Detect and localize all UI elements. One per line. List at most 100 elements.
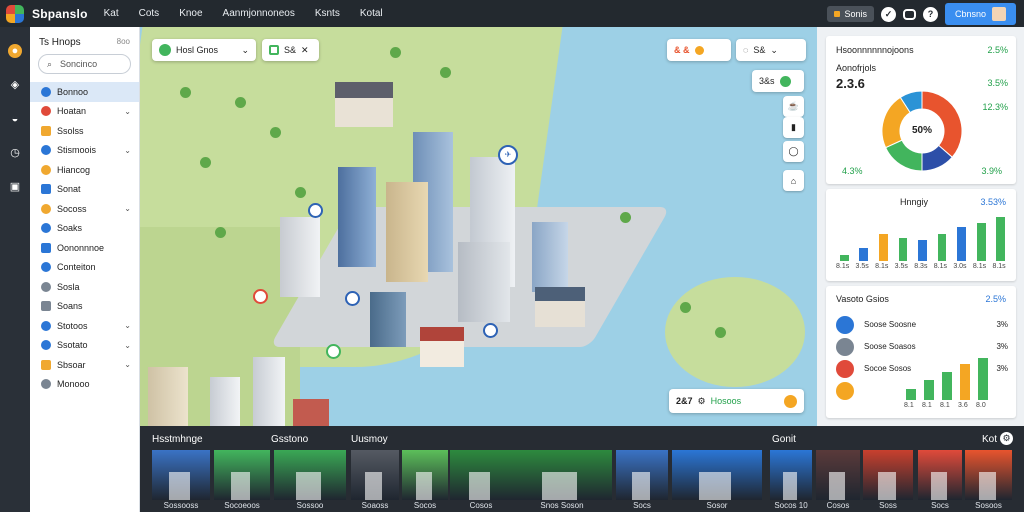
nav-item[interactable]: Cots bbox=[139, 8, 160, 19]
status-pill[interactable]: Sonis bbox=[827, 6, 874, 22]
map-pin[interactable]: ✈ bbox=[498, 145, 518, 165]
gear-icon[interactable]: ⚙ bbox=[1000, 432, 1013, 445]
bar[interactable] bbox=[859, 248, 869, 261]
mini-bar-chart[interactable] bbox=[902, 356, 992, 400]
house[interactable] bbox=[420, 327, 464, 367]
mini-bar[interactable] bbox=[942, 372, 952, 400]
nav-item[interactable]: Kat bbox=[104, 8, 119, 19]
chevron-down-icon[interactable]: ⌄ bbox=[124, 341, 131, 350]
bar[interactable] bbox=[898, 237, 908, 261]
thumbnail-tile[interactable] bbox=[616, 450, 668, 500]
building[interactable] bbox=[280, 217, 320, 297]
chevron-down-icon[interactable]: ⌄ bbox=[124, 321, 131, 330]
sidebar-title-meta[interactable]: 8oo bbox=[117, 37, 130, 48]
clock-icon[interactable]: ◷ bbox=[8, 146, 22, 160]
home-icon[interactable]: ⌂ bbox=[783, 170, 804, 191]
search-input[interactable]: ⌕ Soncinco bbox=[38, 54, 131, 74]
sidebar-item[interactable]: Conteiton bbox=[30, 258, 139, 278]
mini-bar[interactable] bbox=[924, 380, 934, 400]
sidebar-item[interactable]: Hiancog bbox=[30, 160, 139, 180]
thumbnail-tile[interactable] bbox=[918, 450, 962, 500]
sidebar-item[interactable]: Ssolss bbox=[30, 121, 139, 141]
app-logo[interactable] bbox=[6, 4, 24, 23]
thumbnail-tile[interactable] bbox=[152, 450, 210, 500]
account-button[interactable]: Cbnsno bbox=[944, 3, 1016, 25]
thumbnail-tile[interactable] bbox=[965, 450, 1012, 500]
sidebar-item[interactable]: Monooo bbox=[30, 375, 139, 395]
building[interactable] bbox=[253, 357, 285, 426]
thumbnail-tile[interactable] bbox=[402, 450, 448, 500]
mini-bar[interactable] bbox=[906, 388, 916, 400]
sidebar-item[interactable]: Stismoois ⌄ bbox=[30, 141, 139, 161]
house[interactable] bbox=[335, 82, 393, 127]
nav-item[interactable]: Ksnts bbox=[315, 8, 340, 19]
close-icon[interactable]: ✕ bbox=[301, 45, 309, 56]
thumbnail-tile[interactable] bbox=[770, 450, 812, 500]
map-search-control[interactable]: ◌ S& ⌄ bbox=[736, 39, 806, 61]
tool-icon[interactable]: ☕ bbox=[783, 96, 804, 117]
nav-item[interactable]: Kotal bbox=[360, 8, 383, 19]
building[interactable] bbox=[532, 222, 568, 292]
house[interactable] bbox=[535, 287, 585, 327]
thumbnail-tile[interactable] bbox=[274, 450, 346, 500]
city-map[interactable]: ✈ Hosl Gnos ⌄ S& ✕ & & ◌ S& ⌄ 3&s ☕ ▮ ◯ … bbox=[140, 27, 817, 426]
sidebar-item[interactable]: Socoss ⌄ bbox=[30, 199, 139, 219]
map-side-control[interactable]: 3&s bbox=[752, 70, 804, 92]
sidebar-item[interactable]: Soaks bbox=[30, 219, 139, 239]
layers-icon[interactable]: ◈ bbox=[8, 78, 22, 92]
nav-item[interactable]: Aanmjonnoneos bbox=[223, 8, 295, 19]
map-view-control[interactable]: S& ✕ bbox=[262, 39, 319, 61]
check-icon[interactable]: ✓ bbox=[880, 6, 896, 22]
thumbnail-tile[interactable] bbox=[450, 450, 512, 500]
compass-icon[interactable]: ◯ bbox=[783, 141, 804, 162]
sidebar-item[interactable]: Soans bbox=[30, 297, 139, 317]
sidebar-item[interactable]: Hoatan ⌄ bbox=[30, 102, 139, 122]
sidebar-item[interactable]: Sonat bbox=[30, 180, 139, 200]
map-pin[interactable] bbox=[308, 203, 323, 218]
map-pin[interactable] bbox=[326, 344, 341, 359]
map-tools-control[interactable]: & & bbox=[667, 39, 731, 61]
chat-icon[interactable] bbox=[902, 8, 916, 20]
mini-bar[interactable] bbox=[978, 358, 988, 400]
building[interactable] bbox=[293, 399, 329, 426]
mini-bar[interactable] bbox=[960, 363, 970, 400]
building[interactable] bbox=[148, 367, 188, 426]
thumbnail-tile[interactable] bbox=[816, 450, 860, 500]
bar-chart[interactable] bbox=[834, 215, 1010, 261]
sidebar-item[interactable]: Bonnoo bbox=[30, 82, 139, 102]
thumbnail-tile[interactable] bbox=[672, 450, 762, 500]
bar[interactable] bbox=[839, 254, 849, 261]
sidebar-item[interactable]: Oononnnoe bbox=[30, 238, 139, 258]
panel-icon[interactable]: ▣ bbox=[8, 180, 22, 194]
list-item[interactable]: Soose Soasos 3% bbox=[836, 338, 1008, 358]
chevron-down-icon[interactable]: ⌄ bbox=[124, 360, 131, 369]
sidebar-item[interactable]: Sbsoar ⌄ bbox=[30, 355, 139, 375]
thumbnail-tile[interactable] bbox=[512, 450, 612, 500]
chevron-down-icon[interactable]: ⌄ bbox=[124, 204, 131, 213]
bag-icon[interactable]: ◒ bbox=[8, 112, 22, 126]
bar[interactable] bbox=[976, 223, 986, 261]
tool-icon[interactable]: ▮ bbox=[783, 117, 804, 138]
chevron-down-icon[interactable]: ⌄ bbox=[124, 107, 131, 116]
bar[interactable] bbox=[918, 240, 927, 261]
thumbnail-tile[interactable] bbox=[351, 450, 399, 500]
map-filter-control[interactable]: Hosl Gnos ⌄ bbox=[152, 39, 256, 61]
building[interactable] bbox=[338, 167, 376, 267]
help-icon[interactable]: ? bbox=[922, 6, 938, 22]
nav-item[interactable]: Knoe bbox=[179, 8, 202, 19]
thumbnail-tile[interactable] bbox=[863, 450, 913, 500]
sidebar-item[interactable]: Sosla bbox=[30, 277, 139, 297]
map-pin[interactable] bbox=[483, 323, 498, 338]
building[interactable] bbox=[386, 182, 428, 282]
sidebar-item[interactable]: Ssotato ⌄ bbox=[30, 336, 139, 356]
sidebar-item[interactable]: Stotoos ⌄ bbox=[30, 316, 139, 336]
map-pin[interactable] bbox=[345, 291, 360, 306]
bar[interactable] bbox=[957, 227, 966, 261]
location-icon[interactable]: ● bbox=[8, 44, 22, 58]
map-info-bar[interactable]: 2&7 ⚙ Hosoos bbox=[669, 389, 804, 413]
building[interactable] bbox=[210, 377, 240, 426]
building[interactable] bbox=[370, 292, 406, 347]
map-pin[interactable] bbox=[253, 289, 268, 304]
bar[interactable] bbox=[937, 233, 947, 261]
building[interactable] bbox=[458, 242, 510, 322]
